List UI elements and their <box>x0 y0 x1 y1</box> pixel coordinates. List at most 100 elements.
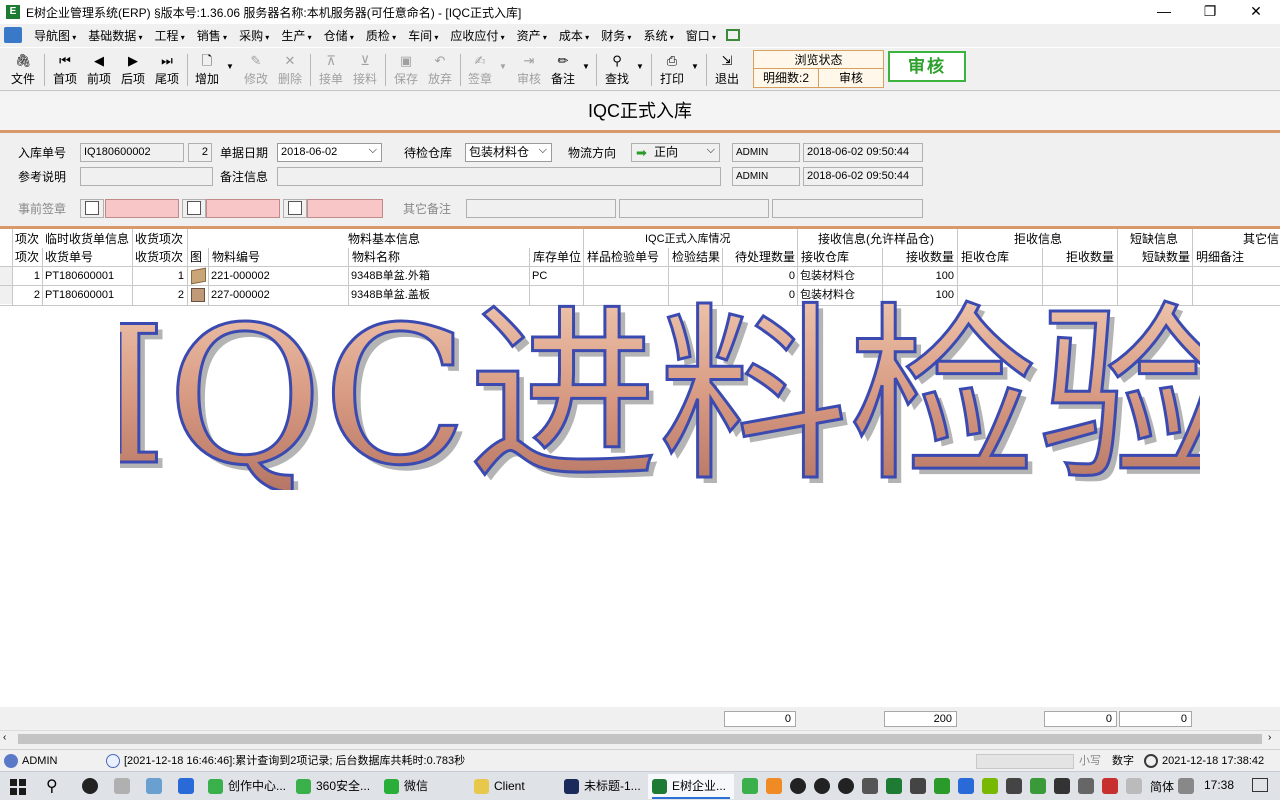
receive-material-button[interactable]: ⊻ 接料 <box>347 52 383 90</box>
menu-item-engineering[interactable]: 工程 <box>149 27 191 44</box>
ime-settings-icon[interactable] <box>1178 778 1194 794</box>
taskbar-app[interactable]: 未标题-1... <box>560 774 646 799</box>
menu-item-sales[interactable]: 销售 <box>191 27 233 44</box>
taskbar-app[interactable]: 创作中心... <box>204 774 290 799</box>
menu-item-finance[interactable]: 财务 <box>595 27 637 44</box>
qq-icon[interactable] <box>814 778 830 794</box>
remark-field[interactable] <box>277 167 721 186</box>
receipt-no-field[interactable]: IQ180600002 <box>80 143 184 162</box>
antivirus-icon[interactable] <box>1102 778 1118 794</box>
taskbar-clock[interactable]: 17:38 <box>1204 778 1234 792</box>
prev-button[interactable]: ◀ 前项 <box>81 52 117 90</box>
column-header[interactable]: 收货项次 <box>135 248 184 266</box>
minimize-icon[interactable]: — <box>1141 0 1187 24</box>
restore-icon[interactable]: ❐ <box>1187 0 1233 24</box>
search-icon[interactable]: ⚲ <box>46 776 58 796</box>
menu-item-quality[interactable]: 质检 <box>360 27 402 44</box>
notification-icon[interactable] <box>1252 778 1268 792</box>
volume-icon[interactable] <box>862 778 878 794</box>
battery-icon[interactable] <box>1054 778 1070 794</box>
tray-icon[interactable] <box>886 778 902 794</box>
qq-icon[interactable] <box>838 778 854 794</box>
tray-icon[interactable] <box>1030 778 1046 794</box>
column-header[interactable]: 拒收数量 <box>1066 248 1115 266</box>
column-header[interactable]: 样品检验单号 <box>587 248 660 266</box>
menu-item-nav[interactable]: 导航图 <box>28 27 82 44</box>
find-dropdown-icon[interactable]: ▼ <box>636 62 644 71</box>
pending-warehouse-select[interactable]: 包装材料仓 <box>465 143 552 162</box>
taskbar-app[interactable]: 微信 <box>380 774 466 799</box>
flow-direction-select[interactable]: ➡ 正向 <box>631 143 720 162</box>
column-header[interactable]: 库存单位 <box>533 248 582 266</box>
menu-item-purchase[interactable]: 采购 <box>233 27 275 44</box>
save-button[interactable]: ▣ 保存 <box>388 52 424 90</box>
receive-order-button[interactable]: ⊼ 接单 <box>313 52 349 90</box>
wifi-icon[interactable] <box>910 778 926 794</box>
other-remark-field-2[interactable] <box>619 199 769 218</box>
qq-icon[interactable] <box>790 778 806 794</box>
column-header[interactable]: 检验结果 <box>672 248 721 266</box>
column-header[interactable]: 短缺数量 <box>1142 248 1191 266</box>
column-header[interactable]: 待处理数量 <box>735 248 796 266</box>
taskbar-app[interactable]: 360安全... <box>292 774 378 799</box>
navigation-icon[interactable] <box>4 27 22 43</box>
menu-item-workshop[interactable]: 车间 <box>402 27 444 44</box>
tray-icon[interactable] <box>766 778 782 794</box>
other-remark-field-3[interactable] <box>772 199 923 218</box>
ref-desc-field[interactable] <box>80 167 213 186</box>
doc-date-picker[interactable]: 2018-06-02 <box>277 143 382 162</box>
menu-item-assets[interactable]: 资产 <box>511 27 553 44</box>
audit-button[interactable]: ⇥ 审核 <box>511 52 547 90</box>
exit-button[interactable]: ⇲ 退出 <box>709 52 745 90</box>
discard-button[interactable]: ↶ 放弃 <box>422 52 458 90</box>
print-dropdown-icon[interactable]: ▼ <box>691 62 699 71</box>
app-icon[interactable] <box>178 778 194 794</box>
tray-icon[interactable] <box>742 778 758 794</box>
qq-icon[interactable] <box>82 778 98 794</box>
find-button[interactable]: ⚲ 查找 <box>599 52 635 90</box>
column-header[interactable]: 收货单号 <box>45 248 94 266</box>
row-selector[interactable] <box>0 267 12 285</box>
window-layout-icon[interactable] <box>725 29 740 41</box>
tray-icon[interactable] <box>1078 778 1094 794</box>
nvidia-icon[interactable] <box>982 778 998 794</box>
taskbar-app[interactable]: Client <box>470 774 556 799</box>
column-header[interactable]: 物料编号 <box>212 248 261 266</box>
column-header[interactable]: 拒收仓库 <box>961 248 1010 266</box>
menu-item-cost[interactable]: 成本 <box>553 27 595 44</box>
column-header[interactable]: 明细备注 <box>1196 248 1245 266</box>
taskbar-app[interactable]: E树企业... <box>648 774 734 799</box>
last-button[interactable]: ⏭ 尾项 <box>149 52 185 90</box>
menu-item-system[interactable]: 系统 <box>637 27 679 44</box>
close-icon[interactable]: ✕ <box>1233 0 1279 24</box>
delete-button[interactable]: ✕ 删除 <box>272 52 308 90</box>
row-selector[interactable] <box>0 286 12 304</box>
menu-item-ar-ap[interactable]: 应收应付 <box>444 27 510 44</box>
checkbox[interactable] <box>187 201 201 215</box>
start-icon[interactable] <box>10 779 26 795</box>
first-button[interactable]: ⏮ 首项 <box>47 52 83 90</box>
note-button[interactable]: ✏ 备注 <box>545 52 581 90</box>
add-dropdown-icon[interactable]: ▼ <box>226 62 234 71</box>
column-header[interactable]: 项次 <box>15 248 40 266</box>
menu-item-production[interactable]: 生产 <box>275 27 317 44</box>
tray-icon[interactable] <box>934 778 950 794</box>
other-remark-field-1[interactable] <box>466 199 616 218</box>
column-header[interactable]: 物料名称 <box>352 248 401 266</box>
column-header[interactable]: 接收数量 <box>906 248 955 266</box>
tray-icon[interactable] <box>1126 778 1142 794</box>
scroll-thumb[interactable] <box>18 734 1262 744</box>
app-icon[interactable] <box>146 778 162 794</box>
scroll-left-icon[interactable]: ‹ <box>3 732 6 743</box>
sign-dropdown-icon[interactable]: ▼ <box>499 62 507 71</box>
ime-indicator[interactable]: 简体 <box>1150 778 1174 795</box>
pre-sign-field-1[interactable] <box>105 199 179 218</box>
menu-item-window[interactable]: 窗口 <box>680 27 722 44</box>
pre-sign-field-3[interactable] <box>307 199 383 218</box>
add-button[interactable]: 🗋 增加 <box>189 52 225 90</box>
shield-icon[interactable] <box>1006 778 1022 794</box>
file-button[interactable]: 🖇 文件 <box>5 52 41 90</box>
scroll-right-icon[interactable]: › <box>1268 732 1271 743</box>
checkbox[interactable] <box>85 201 99 215</box>
note-dropdown-icon[interactable]: ▼ <box>582 62 590 71</box>
